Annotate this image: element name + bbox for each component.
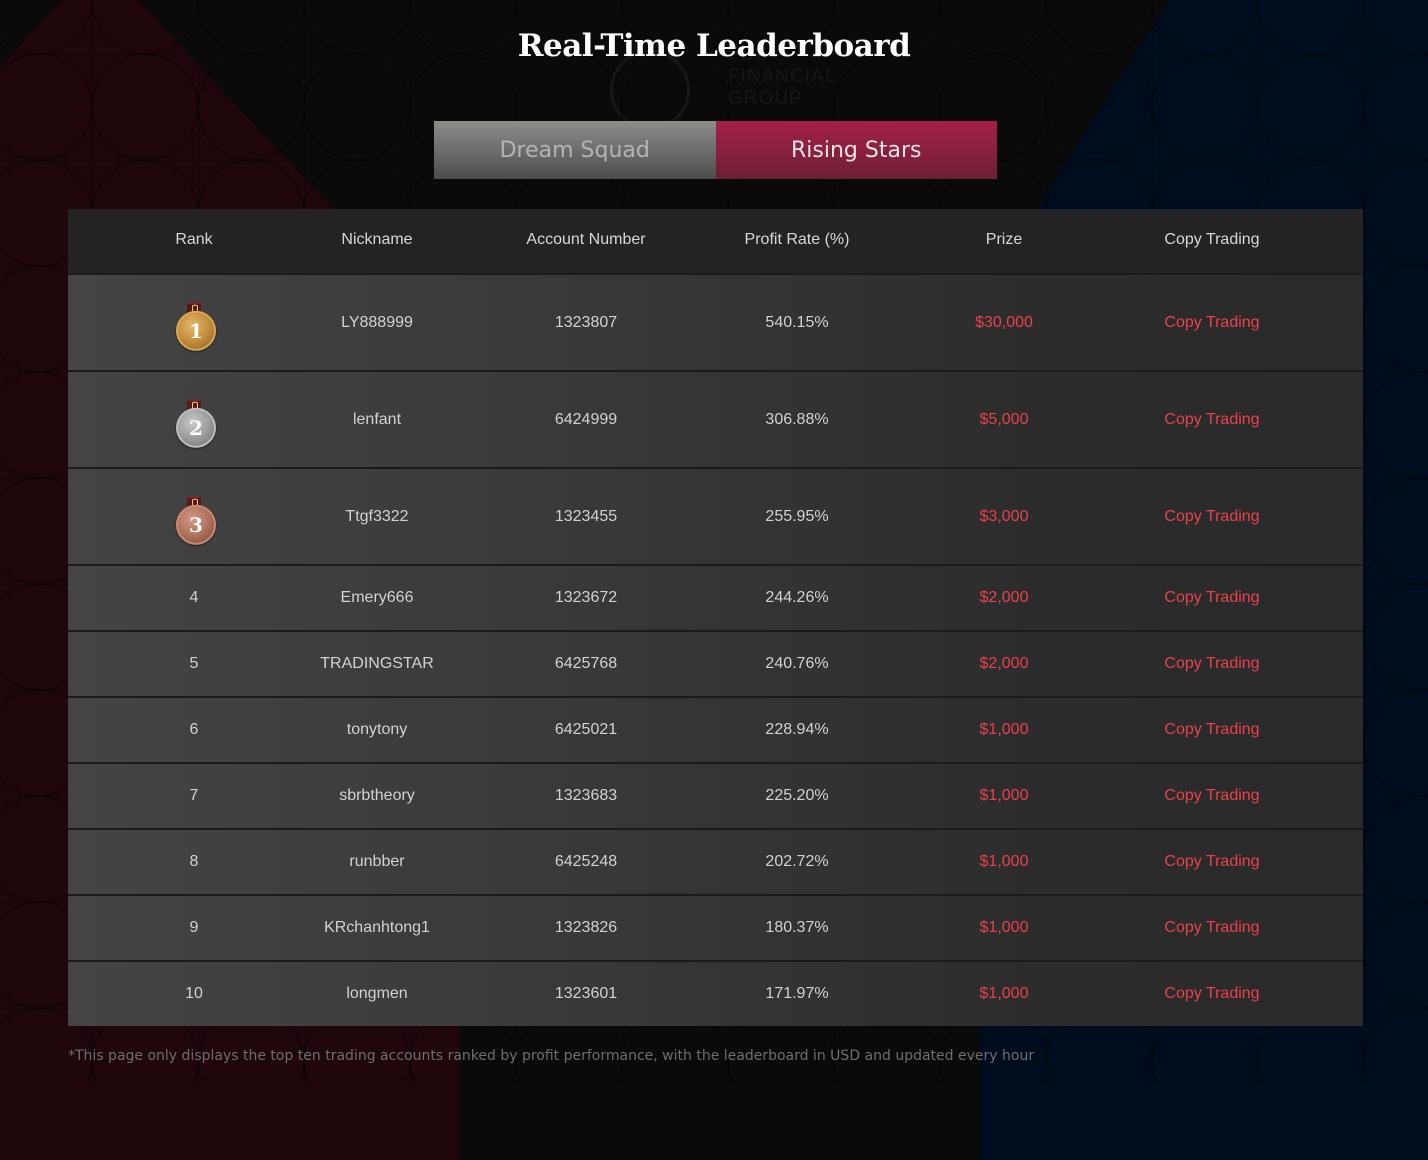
rank-cell: 5 [189, 655, 199, 672]
table-row: 7 sbrbtheory 1323683 225.20% $1,000 Copy… [68, 762, 1363, 828]
copy-trading-link[interactable]: Copy Trading [1164, 852, 1259, 872]
account-number-cell: 1323683 [554, 787, 618, 804]
account-number-cell: 1323826 [554, 919, 618, 936]
table-row: 1 LY888999 1323807 540.15% $30,000 Copy … [68, 273, 1363, 370]
prize-cell: $1,000 [979, 985, 1029, 1002]
table-row: 4 Emery666 1323672 244.26% $2,000 Copy T… [68, 564, 1363, 630]
account-number-cell: 1323807 [554, 313, 618, 331]
copy-trading-link[interactable]: Copy Trading [1164, 720, 1259, 740]
prize-cell: $30,000 [975, 313, 1033, 331]
copy-trading-link[interactable]: Copy Trading [1164, 588, 1259, 608]
profit-rate-cell: 240.76% [765, 655, 829, 672]
table-row: 8 runbber 6425248 202.72% $1,000 Copy Tr… [68, 828, 1363, 894]
nickname-cell: TRADINGSTAR [320, 655, 434, 672]
profit-rate-cell: 171.97% [765, 985, 829, 1002]
prize-cell: $5,000 [979, 410, 1029, 428]
nickname-cell: KRchanhtong1 [324, 919, 430, 936]
account-number-cell: 1323601 [554, 985, 618, 1002]
copy-trading-link[interactable]: Copy Trading [1164, 654, 1259, 674]
rank-cell: 9 [189, 919, 199, 936]
copy-trading-link[interactable]: Copy Trading [1164, 786, 1259, 806]
nickname-cell: LY888999 [341, 313, 413, 331]
tab-dream-squad[interactable]: Dream Squad [434, 121, 716, 179]
profit-rate-cell: 306.88% [765, 410, 829, 428]
prize-cell: $1,000 [979, 919, 1029, 936]
copy-trading-link[interactable]: Copy Trading [1164, 918, 1259, 938]
nickname-cell: tonytony [346, 721, 408, 738]
column-header-rank: Rank [175, 231, 213, 248]
rank-cell: 4 [189, 589, 199, 606]
account-number-cell: 6425248 [554, 853, 618, 870]
background-blue-shape-bottom [1165, 1020, 1325, 1100]
account-number-cell: 6424999 [554, 410, 618, 428]
nickname-cell: Ttgf3322 [345, 507, 409, 525]
profit-rate-cell: 180.37% [765, 919, 829, 936]
table-header: Rank Nickname Account Number Profit Rate… [68, 209, 1363, 273]
watermark-line: GROUP [728, 88, 803, 109]
prize-cell: $3,000 [979, 507, 1029, 525]
table-row: 2 lenfant 6424999 306.88% $5,000 Copy Tr… [68, 370, 1363, 467]
nickname-cell: sbrbtheory [339, 787, 415, 804]
prize-cell: $2,000 [979, 589, 1029, 606]
page-title: Real-Time Leaderboard [517, 28, 911, 64]
nickname-cell: lenfant [352, 410, 402, 428]
copy-trading-link[interactable]: Copy Trading [1164, 313, 1259, 333]
copy-trading-link[interactable]: Copy Trading [1164, 410, 1259, 430]
profit-rate-cell: 202.72% [765, 853, 829, 870]
leaderboard-table: Rank Nickname Account Number Profit Rate… [68, 209, 1363, 1026]
table-row: 9 KRchanhtong1 1323826 180.37% $1,000 Co… [68, 894, 1363, 960]
leaderboard-tabs: Dream Squad Rising Stars [434, 121, 997, 179]
copy-trading-link[interactable]: Copy Trading [1164, 507, 1259, 527]
column-header-copy-trading: Copy Trading [1164, 231, 1260, 248]
watermark-line: FINANCIAL [728, 66, 837, 87]
prize-cell: $1,000 [979, 721, 1029, 738]
rank-cell: 8 [189, 853, 199, 870]
account-number-cell: 6425768 [554, 655, 618, 672]
copy-trading-link[interactable]: Copy Trading [1164, 984, 1259, 1004]
profit-rate-cell: 540.15% [765, 313, 829, 331]
profit-rate-cell: 225.20% [765, 787, 829, 804]
tab-rising-stars[interactable]: Rising Stars [715, 121, 997, 179]
profit-rate-cell: 228.94% [765, 721, 829, 738]
prize-cell: $1,000 [979, 853, 1029, 870]
table-row: 10 longmen 1323601 171.97% $1,000 Copy T… [68, 960, 1363, 1026]
prize-cell: $1,000 [979, 787, 1029, 804]
profit-rate-cell: 244.26% [765, 589, 829, 606]
nickname-cell: runbber [349, 853, 405, 870]
column-header-nickname: Nickname [341, 231, 413, 248]
rank-cell: 7 [189, 787, 199, 804]
nickname-cell: longmen [346, 985, 408, 1002]
table-row: 6 tonytony 6425021 228.94% $1,000 Copy T… [68, 696, 1363, 762]
account-number-cell: 1323672 [554, 589, 618, 606]
nickname-cell: Emery666 [340, 589, 414, 606]
column-header-profit-rate: Profit Rate (%) [744, 231, 850, 248]
prize-cell: $2,000 [979, 655, 1029, 672]
leaderboard-footnote: *This page only displays the top ten tra… [68, 1048, 1035, 1064]
profit-rate-cell: 255.95% [765, 507, 829, 525]
rank-cell: 10 [185, 985, 203, 1002]
account-number-cell: 1323455 [554, 507, 618, 525]
table-row: 5 TRADINGSTAR 6425768 240.76% $2,000 Cop… [68, 630, 1363, 696]
column-header-account-number: Account Number [526, 231, 646, 248]
column-header-prize: Prize [985, 231, 1023, 248]
account-number-cell: 6425021 [554, 721, 618, 738]
rank-cell: 6 [189, 721, 199, 738]
table-row: 3 Ttgf3322 1323455 255.95% $3,000 Copy T… [68, 467, 1363, 564]
